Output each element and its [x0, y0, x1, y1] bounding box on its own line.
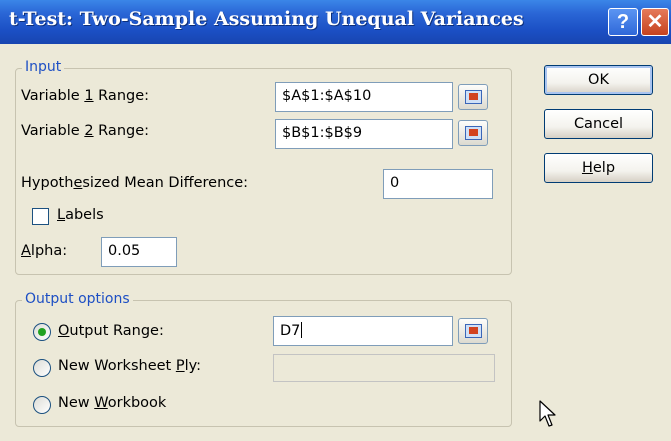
output-range-input[interactable]: D7: [273, 316, 453, 346]
output-range-selector-button[interactable]: [458, 318, 488, 344]
input-legend: Input: [22, 59, 65, 75]
ok-button[interactable]: OK: [544, 65, 653, 95]
window-title: t-Test: Two-Sample Assuming Unequal Vari…: [9, 8, 524, 30]
help-icon[interactable]: ?: [608, 8, 638, 36]
variable-2-range-label: Variable 2 Range:: [21, 123, 150, 139]
new-worksheet-ply-label: New Worksheet Ply:: [58, 358, 202, 374]
mouse-pointer-icon: [539, 400, 556, 427]
variable-2-range-selector-button[interactable]: [458, 120, 488, 146]
close-icon[interactable]: ✕: [641, 8, 669, 36]
text-caret: [301, 322, 303, 338]
new-workbook-radio[interactable]: [33, 396, 51, 414]
help-button[interactable]: Help: [544, 153, 653, 183]
hypothesized-mean-difference-input[interactable]: 0: [383, 169, 493, 199]
hypothesized-mean-difference-label: Hypothesized Mean Difference:: [21, 175, 249, 191]
variable-1-range-label: Variable 1 Range:: [21, 88, 150, 104]
new-workbook-label: New Workbook: [58, 395, 167, 411]
cancel-button[interactable]: Cancel: [544, 109, 653, 139]
output-range-radio[interactable]: [33, 323, 51, 341]
title-bar[interactable]: t-Test: Two-Sample Assuming Unequal Vari…: [0, 0, 671, 44]
output-options-legend: Output options: [22, 291, 133, 307]
new-worksheet-ply-input[interactable]: [273, 354, 495, 382]
variable-1-range-selector-button[interactable]: [458, 84, 488, 110]
alpha-label: Alpha:: [21, 243, 68, 259]
labels-label: Labels: [57, 207, 104, 223]
labels-checkbox[interactable]: [32, 208, 49, 225]
new-worksheet-ply-radio[interactable]: [33, 359, 51, 377]
variable-2-range-input[interactable]: $B$1:$B$9: [275, 119, 453, 149]
variable-1-range-input[interactable]: $A$1:$A$10: [275, 82, 453, 112]
alpha-input[interactable]: 0.05: [101, 237, 177, 267]
output-range-label: Output Range:: [58, 323, 164, 339]
